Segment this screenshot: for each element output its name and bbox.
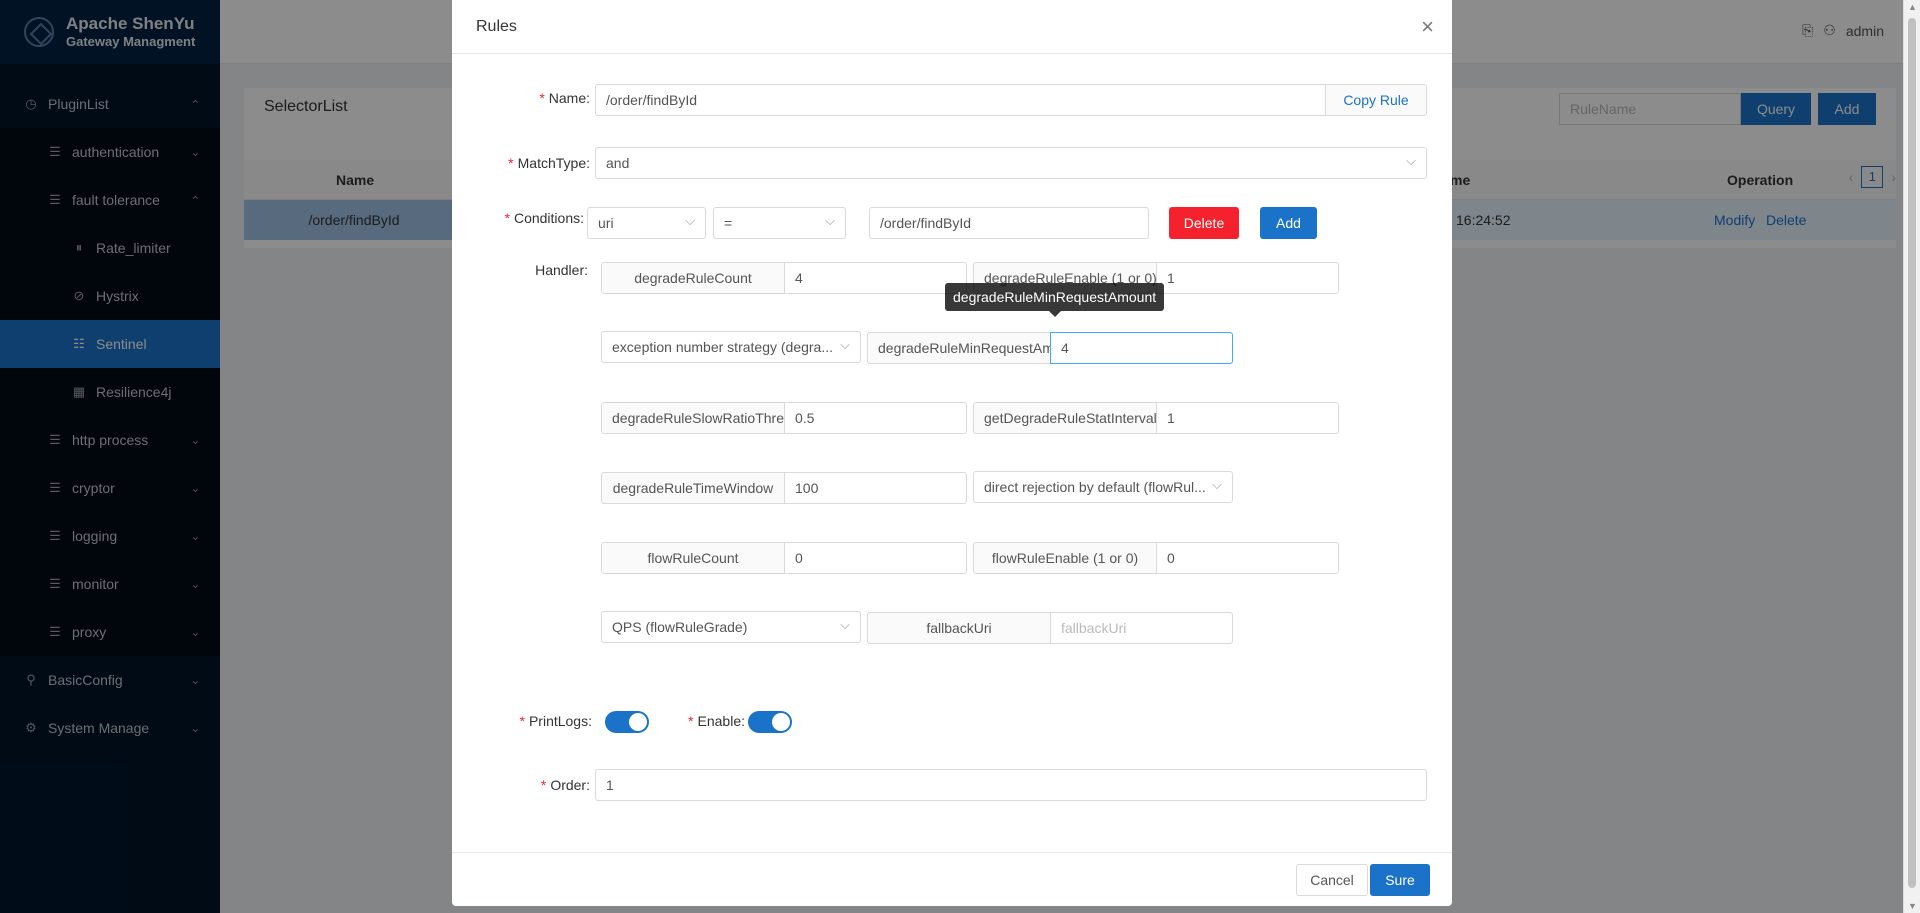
min-request-amount-input[interactable]: 4 xyxy=(1050,332,1233,364)
order-label: * Order: xyxy=(540,777,590,793)
sure-button[interactable]: Sure xyxy=(1370,864,1430,896)
conditions-label: * Conditions: xyxy=(504,210,585,226)
degrade-rule-count-input[interactable]: 4 xyxy=(784,262,967,294)
control-behavior-select[interactable]: direct rejection by default (flowRul... xyxy=(973,471,1233,503)
flow-rule-enable-input[interactable]: 0 xyxy=(1156,542,1339,574)
stat-interval-input[interactable]: 1 xyxy=(1156,402,1339,434)
flow-rule-grade-select[interactable]: QPS (flowRuleGrade) xyxy=(601,611,861,643)
copy-rule-button[interactable]: Copy Rule xyxy=(1325,84,1427,116)
condition-operator-select[interactable]: = xyxy=(713,207,846,239)
fallback-uri-input[interactable]: fallbackUri xyxy=(1050,612,1233,644)
printlogs-toggle[interactable] xyxy=(605,711,649,733)
close-icon[interactable]: × xyxy=(1421,14,1434,40)
tooltip: degradeRuleMinRequestAmount xyxy=(945,283,1165,317)
page-scrollbar[interactable]: ▲ ▼ xyxy=(1903,0,1920,913)
slow-ratio-threshold-label: degradeRuleSlowRatioThres xyxy=(601,402,785,434)
stat-interval-label: getDegradeRuleStatInterval: xyxy=(973,402,1157,434)
matchtype-select[interactable]: and xyxy=(595,147,1427,179)
condition-param-select[interactable]: uri xyxy=(587,207,706,239)
min-request-amount-label: degradeRuleMinRequestAm xyxy=(867,332,1051,364)
degrade-strategy-select[interactable]: exception number strategy (degra... xyxy=(601,331,861,363)
scroll-down-icon[interactable]: ▼ xyxy=(1908,901,1917,911)
condition-add-button[interactable]: Add xyxy=(1260,207,1317,239)
rules-modal: Rules × * Name: /order/findById Copy Rule… xyxy=(452,0,1452,906)
cancel-button[interactable]: Cancel xyxy=(1296,864,1368,896)
matchtype-label: * MatchType: xyxy=(508,155,590,171)
fallback-uri-label: fallbackUri xyxy=(867,612,1051,644)
condition-delete-button[interactable]: Delete xyxy=(1169,207,1239,239)
modal-footer: Cancel Sure xyxy=(452,852,1452,906)
handler-label: Handler: xyxy=(535,262,588,278)
degrade-rule-enable-input[interactable]: 1 xyxy=(1156,262,1339,294)
flow-rule-enable-label: flowRuleEnable (1 or 0) xyxy=(973,542,1157,574)
printlogs-label: * PrintLogs: xyxy=(519,713,593,729)
time-window-input[interactable]: 100 xyxy=(784,472,967,504)
slow-ratio-threshold-input[interactable]: 0.5 xyxy=(784,402,967,434)
scroll-up-icon[interactable]: ▲ xyxy=(1908,2,1917,12)
flow-rule-count-input[interactable]: 0 xyxy=(784,542,967,574)
time-window-label: degradeRuleTimeWindow xyxy=(601,472,785,504)
flow-rule-count-label: flowRuleCount xyxy=(601,542,785,574)
enable-toggle[interactable] xyxy=(748,711,792,733)
name-input[interactable]: /order/findById xyxy=(595,84,1326,116)
name-label: * Name: xyxy=(539,90,590,106)
scrollbar-thumb[interactable] xyxy=(1908,18,1916,888)
order-input[interactable]: 1 xyxy=(595,769,1427,801)
degrade-rule-count-label: degradeRuleCount xyxy=(601,262,785,294)
modal-title: Rules xyxy=(476,18,517,35)
enable-label: * Enable: xyxy=(688,713,745,729)
condition-value-input[interactable]: /order/findById xyxy=(869,207,1149,239)
